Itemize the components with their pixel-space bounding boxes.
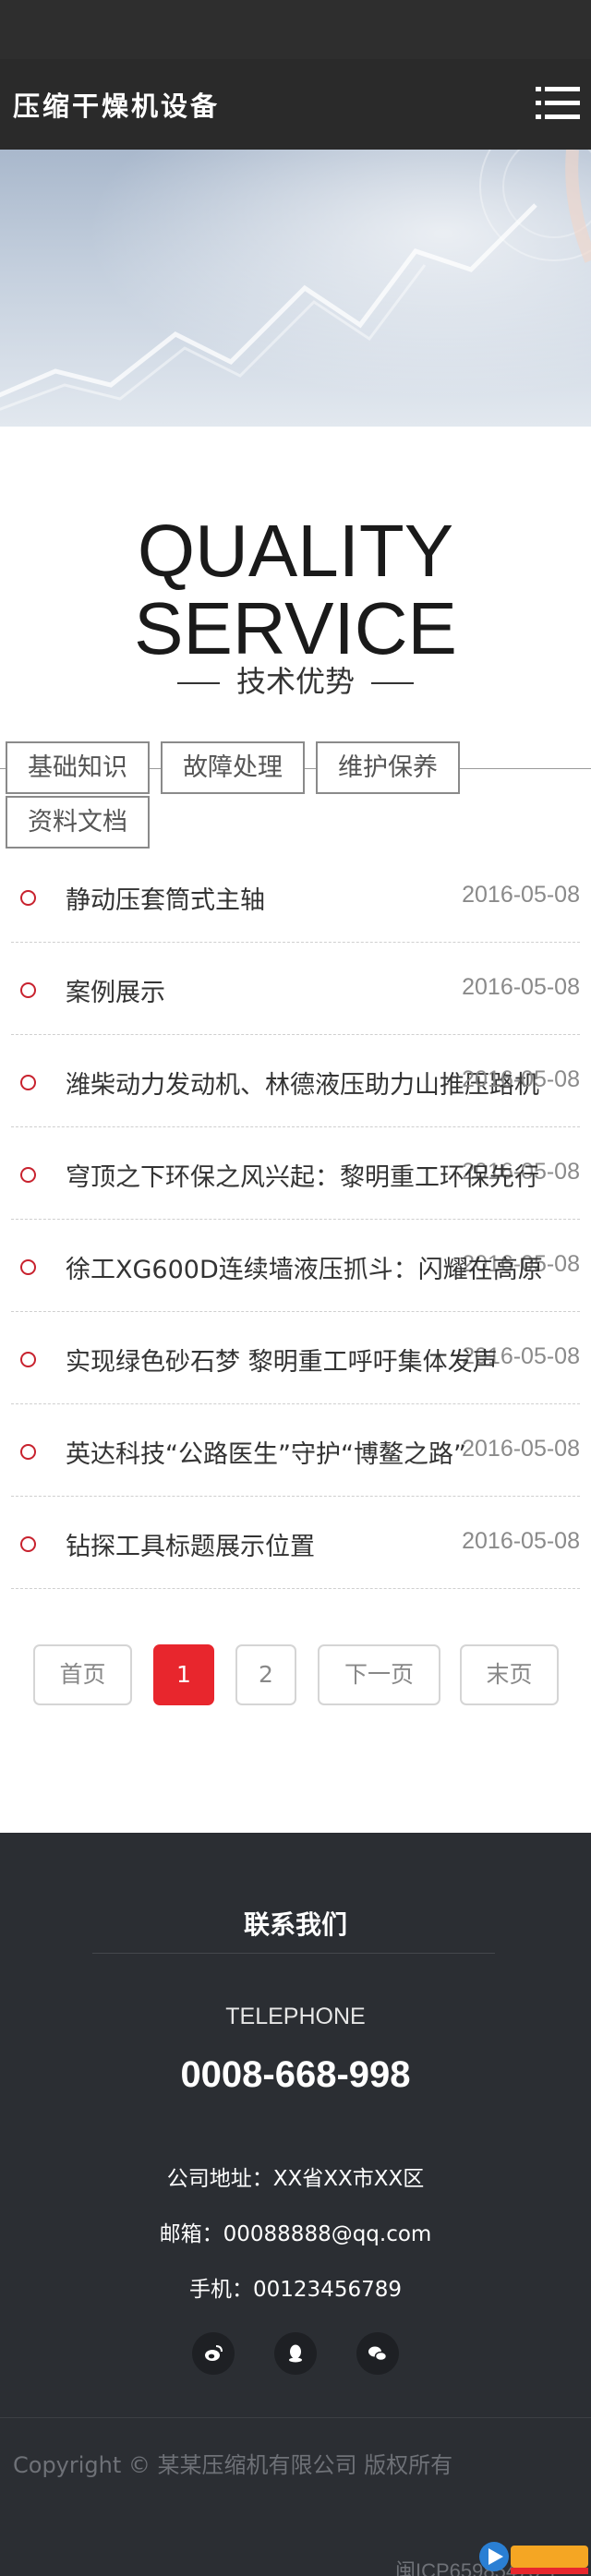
copyright-text: Copyright © 某某压缩机有限公司 版权所有 <box>13 2452 453 2478</box>
subtitle-dash-right <box>371 682 414 684</box>
tab-basic-knowledge[interactable]: 基础知识 <box>6 741 150 794</box>
subtitle-text: 技术优势 <box>235 664 355 699</box>
bullet-circle-icon <box>20 1444 36 1460</box>
article-date: 2016-05-08 <box>462 974 580 1000</box>
article-date: 2016-05-08 <box>462 882 580 908</box>
contact-title: 联系我们 <box>243 1909 347 1940</box>
bullet-circle-icon <box>20 1167 36 1183</box>
bullet-circle-icon <box>20 982 36 998</box>
contact-divider <box>92 1953 495 1954</box>
tab-maintenance[interactable]: 维护保养 <box>316 741 460 794</box>
page-1-button[interactable]: 1 <box>153 1644 214 1705</box>
section-subtitle: 技术优势 <box>0 658 591 701</box>
bullet-circle-icon <box>20 1259 36 1275</box>
list-item[interactable]: 2016-05-08 实现绿色砂石梦 黎明重工呼吁集体发声 <box>11 1312 580 1404</box>
site-header: 压缩干燥机设备 <box>0 59 591 150</box>
company-address: 公司地址：XX省XX市XX区 <box>166 2167 425 2191</box>
qq-icon[interactable] <box>274 2332 317 2375</box>
first-page-button[interactable]: 首页 <box>33 1644 132 1705</box>
headline-line-1: QUALITY <box>137 510 454 592</box>
telephone-label: TELEPHONE <box>225 2004 366 2029</box>
list-item[interactable]: 静动压套筒式主轴 2016-05-08 <box>11 850 580 943</box>
list-item[interactable]: 2016-05-08 英达科技“公路医生”守护“博鳌之路” <box>11 1404 580 1497</box>
corner-watermark-logo <box>476 2534 591 2576</box>
tab-documents[interactable]: 资料文档 <box>6 796 150 849</box>
article-title[interactable]: 钻探工具标题展示位置 <box>66 1526 315 1562</box>
list-item[interactable]: 2016-05-08 徐工XG600D连续墙液压抓斗：闪耀在高原 <box>11 1220 580 1312</box>
next-page-button[interactable]: 下一页 <box>318 1644 440 1705</box>
hamburger-menu-icon[interactable] <box>536 85 580 122</box>
article-title[interactable]: 英达科技“公路医生”守护“博鳌之路” <box>66 1434 466 1470</box>
bullet-circle-icon <box>20 1075 36 1090</box>
site-title[interactable]: 压缩干燥机设备 <box>13 85 220 124</box>
list-item[interactable]: 案例展示 2016-05-08 <box>11 943 580 1035</box>
bullet-circle-icon <box>20 890 36 906</box>
article-title[interactable]: 实现绿色砂石梦 黎明重工呼吁集体发声 <box>66 1342 498 1378</box>
page-2-button[interactable]: 2 <box>235 1644 296 1705</box>
list-item[interactable]: 2016-05-08 穹顶之下环保之风兴起：黎明重工环保先行 <box>11 1127 580 1220</box>
top-status-strip <box>0 0 591 59</box>
weibo-icon[interactable] <box>192 2332 235 2375</box>
article-title[interactable]: 徐工XG600D连续墙液压抓斗：闪耀在高原 <box>66 1249 543 1285</box>
list-item[interactable]: 潍柴动力发动机、林德液压助力山推压路机 2016-05-08 <box>11 1035 580 1127</box>
last-page-button[interactable]: 末页 <box>460 1644 559 1705</box>
section-headline: QUALITY SERVICE <box>0 512 591 668</box>
article-date: 2016-05-08 <box>462 1528 580 1554</box>
tab-troubleshooting[interactable]: 故障处理 <box>161 741 305 794</box>
article-date: 2016-05-08 <box>462 1436 580 1462</box>
article-title[interactable]: 静动压套筒式主轴 <box>66 880 265 916</box>
company-mobile[interactable]: 手机：00123456789 <box>0 2271 591 2303</box>
bullet-circle-icon <box>20 1352 36 1367</box>
bullet-circle-icon <box>20 1536 36 1552</box>
footer-divider <box>0 2417 591 2418</box>
subtitle-dash-left <box>176 682 220 684</box>
wechat-icon[interactable] <box>356 2332 399 2375</box>
company-email[interactable]: 邮箱：00088888@qq.com <box>0 2216 591 2247</box>
list-item[interactable]: 钻探工具标题展示位置 2016-05-08 <box>11 1497 580 1589</box>
article-title[interactable]: 案例展示 <box>66 972 165 1008</box>
telephone-number[interactable]: 0008-668-998 <box>0 2054 591 2096</box>
headline-line-2: SERVICE <box>134 587 457 669</box>
article-title[interactable]: 穹顶之下环保之风兴起：黎明重工环保先行 <box>66 1157 539 1193</box>
site-footer: 联系我们 TELEPHONE 0008-668-998 公司地址：XX省XX市X… <box>0 1833 591 2576</box>
article-date: 2016-05-08 <box>462 1066 580 1092</box>
hero-banner-image <box>0 150 591 427</box>
